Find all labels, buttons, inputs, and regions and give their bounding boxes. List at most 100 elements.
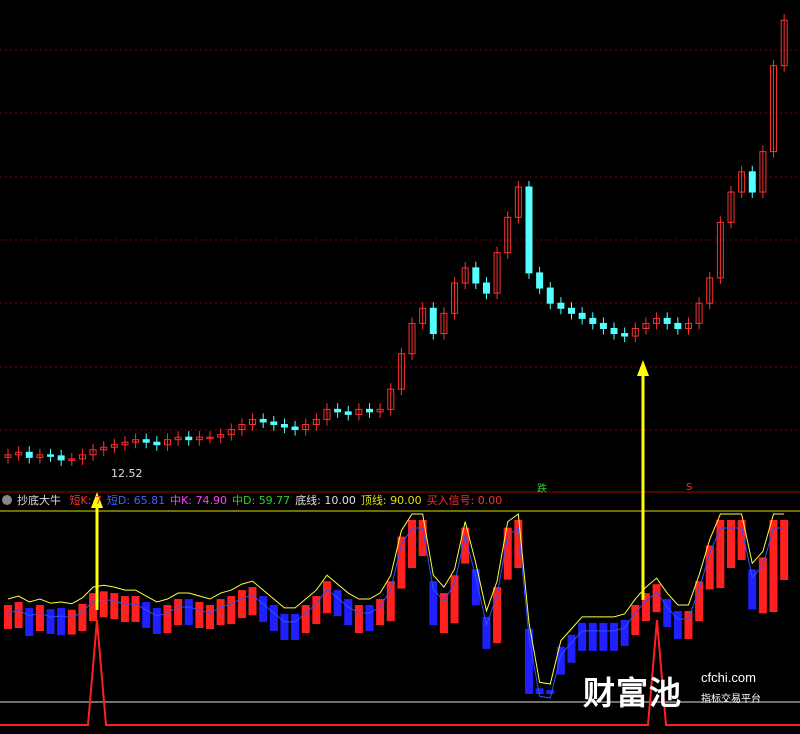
histogram-bar (25, 607, 34, 636)
histogram-bar (67, 609, 76, 635)
candle-body (280, 424, 288, 428)
histogram-bar (4, 605, 12, 629)
histogram-bar (142, 602, 151, 629)
histogram-bar (35, 605, 44, 631)
watermark: 财富池 cfchi.com 指标交易平台 (583, 668, 773, 712)
stock-chart (0, 14, 800, 726)
histogram-bar (408, 520, 417, 568)
candle-body (344, 411, 352, 415)
histogram-bar (344, 599, 353, 626)
histogram-bar (769, 520, 778, 612)
candle-body (621, 333, 629, 337)
histogram-bar (546, 690, 555, 694)
histogram-bar (174, 599, 183, 626)
indicator-item: 中K: 74.90 (170, 494, 228, 507)
candle-body (365, 408, 373, 413)
histogram-bar (206, 605, 215, 629)
indicator-legend: 抄底大牛 短K: 7 短D: 65.81 中K: 74.90 中D: 59.77 底线:… (0, 493, 800, 509)
indicator-item: 顶线: 90.00 (360, 494, 422, 507)
indicator-item: 买入信号: 0.00 (426, 494, 503, 507)
buy-arrows (91, 360, 649, 610)
histogram-bar (482, 616, 491, 649)
histogram-bar (652, 584, 661, 613)
candle-body (259, 418, 267, 423)
candle-body (674, 322, 682, 329)
candle-body (270, 421, 278, 426)
histogram-bar (684, 610, 693, 639)
histogram-bar (152, 607, 161, 634)
buy-arrow-head (637, 360, 649, 376)
histogram-bar (14, 602, 23, 629)
histogram-bar (216, 599, 225, 626)
candle-body (663, 317, 671, 324)
histogram-bar (439, 593, 448, 634)
indicator-item: 中D: 59.77 (232, 494, 291, 507)
histogram-bar (280, 613, 289, 640)
histogram-bar (716, 520, 725, 588)
fall-badge: 跌 (537, 484, 547, 495)
histogram-bar (227, 596, 236, 625)
candle-body (482, 282, 490, 294)
price-grid (0, 49, 800, 703)
histogram-bar (578, 622, 587, 651)
histogram-bar (78, 603, 87, 632)
histogram-bar (120, 596, 129, 623)
histogram-bar (322, 581, 331, 614)
candle-body (472, 267, 480, 284)
indicator-item: 短D: 65.81 (106, 494, 166, 507)
candle-body (185, 436, 193, 441)
histogram-bar (248, 587, 257, 616)
histogram-bar (46, 609, 55, 634)
histogram-bar (418, 520, 427, 556)
watermark-subtitle: 指标交易平台 (701, 694, 761, 705)
candle-body (536, 272, 544, 289)
sell-badge: S (686, 482, 693, 493)
candle-body (57, 455, 65, 461)
candle-body (748, 171, 756, 193)
histogram-bar (110, 593, 119, 620)
histogram-bar (599, 622, 608, 651)
histogram-bar (588, 622, 597, 651)
histogram-bar (695, 581, 704, 622)
histogram-bar (195, 602, 204, 629)
indicator-item: 短K: 7 (69, 494, 102, 507)
histogram-bar (726, 520, 735, 568)
histogram-bar (365, 605, 374, 631)
histogram-bar (269, 605, 278, 631)
histogram-bar (301, 605, 310, 633)
candle-body (291, 426, 299, 431)
candle-body (525, 186, 533, 274)
candle-body (334, 408, 342, 413)
candle-body (568, 307, 576, 314)
watermark-url: cfchi.com (701, 670, 756, 685)
candle-body (47, 454, 55, 457)
histogram-bar (57, 607, 66, 636)
histogram-bar (237, 590, 246, 619)
histogram-bar (354, 605, 363, 633)
low-price-label: 12.52 (111, 467, 143, 480)
histogram-bar (163, 605, 172, 633)
candle-body (557, 302, 565, 309)
histogram-bar (184, 599, 193, 626)
candle-body (429, 307, 437, 335)
candle-body (546, 287, 554, 304)
histogram-bar (780, 520, 789, 580)
candle-body (610, 327, 618, 335)
gear-icon[interactable] (2, 495, 12, 505)
candle-body (578, 312, 586, 319)
watermark-brand: 财富池 (583, 674, 683, 712)
candle-body (153, 441, 161, 446)
histogram-bar (535, 688, 544, 694)
histogram-bar (610, 622, 619, 651)
candle-body (142, 439, 150, 443)
candle-body (25, 451, 33, 458)
indicator-name: 抄底大牛 (17, 494, 61, 507)
candle-body (589, 317, 597, 324)
histogram-bar (333, 590, 342, 617)
histogram-bar (131, 596, 140, 623)
histogram-bar (291, 613, 300, 640)
histogram-bar (259, 596, 268, 623)
indicator-item: 底线: 10.00 (295, 494, 356, 507)
histogram-bar (705, 545, 714, 590)
histogram-bar (99, 591, 108, 618)
